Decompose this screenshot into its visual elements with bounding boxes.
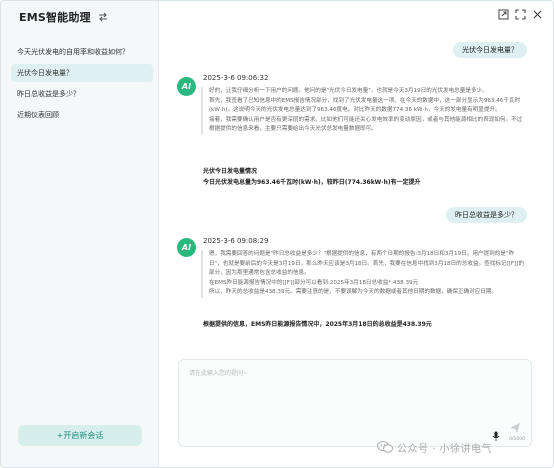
watermark: 公众号 · 小徐讲电气 <box>377 439 492 455</box>
answer-text: 根据提供的信息，EMS昨日能源报告情况中，2025年3月18日的总收益是438.… <box>203 321 432 328</box>
window-controls <box>498 9 543 20</box>
reasoning-block: 好的，让我仔细分析一下用户的问题。他问的是"光伏今日发电量"，也就是今天3月19… <box>201 87 527 135</box>
new-chat-button[interactable]: +开启新会话 <box>18 425 142 446</box>
app-title: EMS智能助理 <box>19 11 91 24</box>
conversation-list: 今天光伏发电的自用率和收益如何？ 光伏今日发电量？ 昨日总收益是多少？ 近期仪表… <box>11 43 153 127</box>
answer-text: 今日光伏发电总量为963.46千瓦时(kW·h)，较昨日(774.36kW·h)… <box>203 179 421 186</box>
conversation-item-active[interactable]: 光伏今日发电量？ <box>11 64 153 82</box>
answer-heading: 光伏今日发电量情况 <box>203 168 258 175</box>
char-counter: 0/1000 <box>509 437 525 442</box>
user-message-bubble: 光伏今日发电量？ <box>453 42 527 58</box>
reasoning-paragraph: 首先，我查看了已知信息中的EMS报告情况部分，找到了光伏发电量这一项。在今天的数… <box>209 97 521 114</box>
ai-avatar-icon: AI <box>177 238 196 257</box>
composer: 0/1000 <box>178 359 532 447</box>
reasoning-block: 嗯，我需要回答的问题是"昨日总收益是多少？"根据提供的信息，有两个日期的报告:3… <box>201 250 527 298</box>
fullscreen-icon[interactable] <box>515 9 526 20</box>
conversation-item[interactable]: 昨日总收益是多少？ <box>11 85 153 103</box>
user-message-bubble: 昨日总收益是多少？ <box>446 207 527 223</box>
reasoning-paragraph: 接着，我需要确认用户是否有更深层的需求。比如他们可能还关心发电效率的变动原因，或… <box>209 116 523 133</box>
mic-icon[interactable] <box>492 431 500 441</box>
swap-icon[interactable] <box>97 11 109 23</box>
send-icon[interactable] <box>509 422 521 434</box>
message-timestamp: 2025-3-6 09:06:32 <box>203 74 269 82</box>
reasoning-paragraph: 好的，让我仔细分析一下用户的问题。他问的是"光伏今日发电量"，也就是今天3月19… <box>209 88 488 94</box>
reasoning-paragraph: 所以，昨天的总收益是438.39元。需要注意的是，不要误解为今天的数据或者其他日… <box>209 289 498 296</box>
conversation-item[interactable]: 近期仪表回顾 <box>11 106 153 124</box>
question-input[interactable] <box>179 360 531 446</box>
brand: EMS智能助理 <box>19 9 109 25</box>
sidebar: EMS智能助理 今天光伏发电的自用率和收益如何？ 光伏今日发电量？ 昨日总收益是… <box>1 1 159 467</box>
wechat-icon <box>377 441 393 453</box>
reasoning-paragraph: 在EMS昨日能源报告情况中的[[F]]部分可以看到:2025年3月18日总收益*… <box>209 279 419 286</box>
conversation-item[interactable]: 今天光伏发电的自用率和收益如何？ <box>11 43 153 61</box>
message-timestamp: 2025-3-6 09:08:29 <box>203 237 269 245</box>
ai-avatar-icon: AI <box>177 77 196 96</box>
expand-icon[interactable] <box>498 9 509 20</box>
app-window: EMS智能助理 今天光伏发电的自用率和收益如何？ 光伏今日发电量？ 昨日总收益是… <box>0 0 554 468</box>
close-icon[interactable] <box>532 9 543 20</box>
reasoning-paragraph: 嗯，我需要回答的问题是"昨日总收益是多少？"根据提供的信息，有两个日期的报告:3… <box>209 251 525 277</box>
watermark-text: 公众号 · 小徐讲电气 <box>397 443 493 455</box>
